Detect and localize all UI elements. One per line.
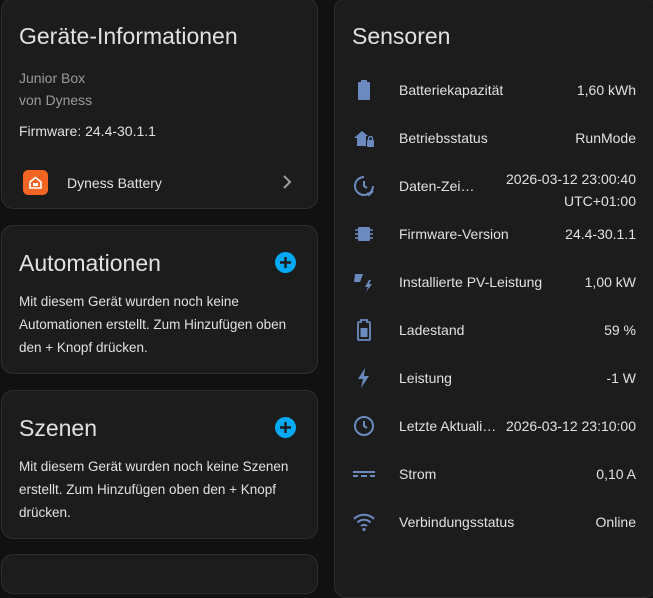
sensor-row-connection-status[interactable]: Verbindungsstatus Online [335,498,653,546]
sensor-row-firmware-version[interactable]: Firmware-Version 24.4-30.1.1 [335,210,653,258]
device-manufacturer: von Dyness [19,92,93,108]
sensor-value: 59 % [604,322,636,338]
integration-link[interactable]: Dyness Battery [2,163,319,203]
sensor-row-power[interactable]: Leistung -1 W [335,354,653,402]
flash-icon [358,368,369,388]
sensor-value: 1,00 kW [584,274,636,290]
sensor-row-last-update[interactable]: Letzte Aktualisierung 2026-03-12 23:10:0… [335,402,653,450]
battery-60-icon [357,319,371,341]
sensor-label: Installierte PV-Leistung [399,274,543,290]
chevron-right-icon [283,175,292,189]
sensor-label: Betriebsstatus [399,130,488,146]
home-lock-icon [354,131,374,147]
sensor-label: Daten-Zeitstempel [399,178,477,194]
sensor-row-operating-status[interactable]: Betriebsstatus RunMode [335,114,653,162]
dyness-logo-icon [23,170,48,195]
chip-icon [355,227,373,241]
battery-icon [358,80,370,100]
sensor-row-data-timestamp[interactable]: Daten-Zeitstempel 2026-03-12 23:00:40 UT… [335,162,653,210]
sensor-value: 24.4-30.1.1 [565,226,636,242]
add-automation-button[interactable] [275,252,296,273]
automations-empty-text: Mit diesem Gerät wurden noch keine Autom… [19,294,287,355]
next-card [1,554,318,594]
sensor-label: Leistung [399,370,452,386]
clock-check-icon [354,176,374,197]
device-model: Junior Box [19,70,86,86]
current-dc-icon [353,471,375,477]
sensor-value: 2026-03-12 23:10:00 [506,418,636,434]
add-scene-button[interactable] [275,417,296,438]
sensor-row-battery-capacity[interactable]: Batteriekapazität 1,60 kWh [335,66,653,114]
sensors-card: Sensoren Batteriekapazität 1,60 kWh Betr… [334,0,653,598]
scenes-card: Szenen Mit diesem Gerät wurden noch kein… [1,390,318,539]
sensor-value: RunMode [575,130,636,146]
sensor-row-state-of-charge[interactable]: Ladestand 59 % [335,306,653,354]
integration-name: Dyness Battery [67,175,162,191]
plus-icon [280,257,291,268]
device-info-card: Geräte-Informationen Junior Box von Dyne… [1,0,318,209]
sensor-value: -1 W [606,370,636,386]
plus-icon [280,422,291,433]
sensor-label: Firmware-Version [399,226,509,242]
sensor-value-line: UTC+01:00 [564,193,636,209]
solar-power-icon [354,274,372,292]
sensor-label: Verbindungsstatus [399,514,515,530]
sensor-label: Letzte Aktualisierung [399,418,497,434]
sensor-row-current[interactable]: Strom 0,10 A [335,450,653,498]
sensors-title: Sensoren [352,23,451,49]
sensor-value: 0,10 A [596,466,636,482]
wifi-icon [353,513,375,532]
automations-card: Automationen Mit diesem Gerät wurden noc… [1,225,318,374]
device-info-title: Geräte-Informationen [19,23,238,49]
automations-title: Automationen [19,250,161,276]
sensor-value-line: 2026-03-12 23:00:40 [506,171,636,187]
sensor-row-installed-pv-power[interactable]: Installierte PV-Leistung 1,00 kW [335,258,653,306]
sensor-label: Batteriekapazität [399,82,504,98]
sensor-value: Online [595,514,636,530]
sensor-label: Ladestand [399,322,465,338]
scenes-empty-text: Mit diesem Gerät wurden noch keine Szene… [19,459,289,520]
sensor-value: 1,60 kWh [576,82,636,98]
sensor-value: 2026-03-12 23:00:40 UTC+01:00 [506,168,636,212]
sensor-label: Strom [399,466,437,482]
clock-icon [354,416,374,436]
scenes-title: Szenen [19,415,98,441]
device-firmware: Firmware: 24.4-30.1.1 [19,123,156,139]
